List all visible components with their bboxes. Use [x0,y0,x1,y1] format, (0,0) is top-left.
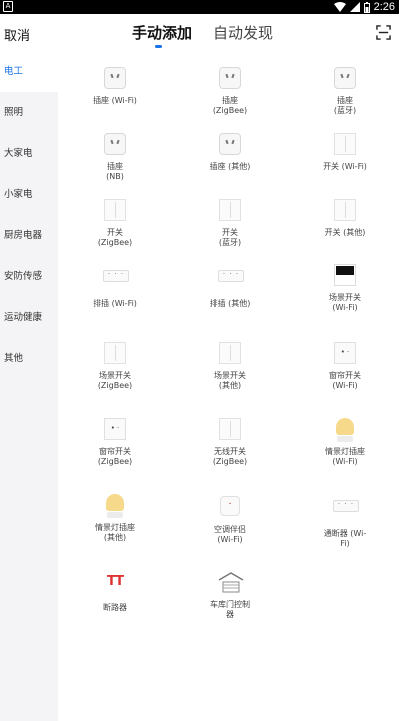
device-item[interactable]: 车库门控制 器 [180,571,280,620]
device-label: 插座 (Wi-Fi) [93,96,137,105]
cancel-button[interactable]: 取消 [4,25,30,44]
switch-icon [333,133,357,157]
device-label: 开关 (蓝牙) [218,228,242,247]
tab-manual-add[interactable]: 手动添加 [132,22,192,43]
device-item[interactable]: 插座 (其他) [180,133,280,172]
device-item[interactable]: 无线开关 (ZigBee) [180,418,280,467]
device-label: 场景开关 (ZigBee) [97,371,133,390]
device-label: 插座 (其他) [209,162,251,171]
device-label: 插座 (ZigBee) [212,96,248,115]
wifi-icon [333,2,346,12]
top-bar: 取消 手动添加 自动发现 [0,14,399,52]
device-label: 场景开关 (其他) [214,371,246,390]
device-item[interactable]: 开关 (蓝牙) [180,199,280,248]
device-item[interactable]: 情景灯插座 (Wi-Fi) [295,418,395,467]
device-label: 开关 (其他) [324,228,366,237]
device-item[interactable]: 通断器 (Wi- Fi) [295,494,395,549]
scene-switch-icon [333,264,357,288]
switch-icon [103,342,127,366]
power-strip-icon [218,270,244,294]
device-item[interactable]: 开关 (Wi-Fi) [295,133,395,172]
device-label: 窗帘开关 (ZigBee) [97,447,133,466]
switch-icon [218,199,242,223]
sidebar-item-sports-health[interactable]: 运动健康 [0,298,58,338]
switch-icon [218,342,242,366]
switch-icon [103,199,127,223]
device-item[interactable]: 插座 (NB) [65,133,165,182]
curtain-switch-icon [333,342,357,366]
ac-companion-icon [218,496,242,520]
switch-icon [218,418,242,442]
device-item[interactable]: 空调伴侣 (Wi-Fi) [180,494,280,545]
battery-icon [363,1,370,13]
sidebar-item-electrician[interactable]: 电工 [0,52,58,92]
sidebar-item-small-appliances[interactable]: 小家电 [0,175,58,215]
device-item[interactable]: 插座 (ZigBee) [180,67,280,116]
clock: 2:26 [373,1,395,13]
socket-icon [333,67,357,91]
device-item[interactable]: 场景开关 (其他) [180,342,280,391]
device-label: 排插 (其他) [209,299,251,308]
device-item[interactable]: 开关 (ZigBee) [65,199,165,248]
device-item[interactable]: 窗帘开关 (ZigBee) [65,418,165,467]
sidebar-item-security-sensors[interactable]: 安防传感 [0,257,58,297]
device-item[interactable]: 插座 (Wi-Fi) [65,67,165,106]
device-label: 开关 (Wi-Fi) [323,162,367,171]
socket-icon [103,133,127,157]
device-item[interactable]: 场景开关 (Wi-Fi) [295,264,395,313]
signal-icon [349,2,360,12]
device-label: 开关 (ZigBee) [97,228,133,247]
curtain-switch-icon [103,418,127,442]
status-bar: A 2:26 [0,0,399,14]
device-label: 情景灯插座 (Wi-Fi) [325,447,365,466]
device-label: 空调伴侣 (Wi-Fi) [214,525,246,544]
device-item[interactable]: 情景灯插座 (其他) [65,494,165,543]
sidebar-item-lighting[interactable]: 照明 [0,93,58,133]
notification-icon: A [3,1,13,12]
device-item[interactable]: 排插 (Wi-Fi) [65,264,165,309]
device-label: 场景开关 (Wi-Fi) [329,293,361,312]
garage-door-icon [218,571,244,595]
socket-icon [103,67,127,91]
on-off-controller-icon [333,500,359,524]
socket-icon [218,67,242,91]
device-label: 断路器 [103,603,127,612]
device-item[interactable]: 开关 (其他) [295,199,395,238]
device-label: 车库门控制 器 [210,600,250,619]
device-label: 插座 (蓝牙) [333,96,357,115]
sidebar-item-kitchen-appliances[interactable]: 厨房电器 [0,216,58,256]
tab-auto-discover[interactable]: 自动发现 [213,22,273,43]
scan-icon[interactable] [376,25,391,40]
device-item[interactable]: 排插 (其他) [180,264,280,309]
device-label: 情景灯插座 (其他) [95,523,135,542]
power-strip-icon [103,270,129,294]
device-label: 排插 (Wi-Fi) [93,299,137,308]
device-label: 插座 (NB) [106,162,124,181]
active-tab-indicator [155,45,162,48]
device-item[interactable]: 窗帘开关 (Wi-Fi) [295,342,395,391]
sidebar-item-other[interactable]: 其他 [0,339,58,379]
device-grid: 插座 (Wi-Fi) 插座 (ZigBee) 插座 (蓝牙) 插座 (NB) 插… [58,52,399,721]
device-item[interactable]: 插座 (蓝牙) [295,67,395,116]
category-sidebar: 电工 照明 大家电 小家电 厨房电器 安防传感 运动健康 其他 [0,52,58,721]
socket-icon [218,133,242,157]
circuit-breaker-icon [103,574,127,598]
device-label: 窗帘开关 (Wi-Fi) [329,371,361,390]
device-item[interactable]: 断路器 [65,571,165,613]
device-label: 无线开关 (ZigBee) [212,447,248,466]
switch-icon [333,199,357,223]
lamp-socket-icon [333,418,357,442]
device-label: 通断器 (Wi- Fi) [323,529,367,548]
sidebar-item-major-appliances[interactable]: 大家电 [0,134,58,174]
lamp-socket-icon [103,494,127,518]
device-item[interactable]: 场景开关 (ZigBee) [65,342,165,391]
